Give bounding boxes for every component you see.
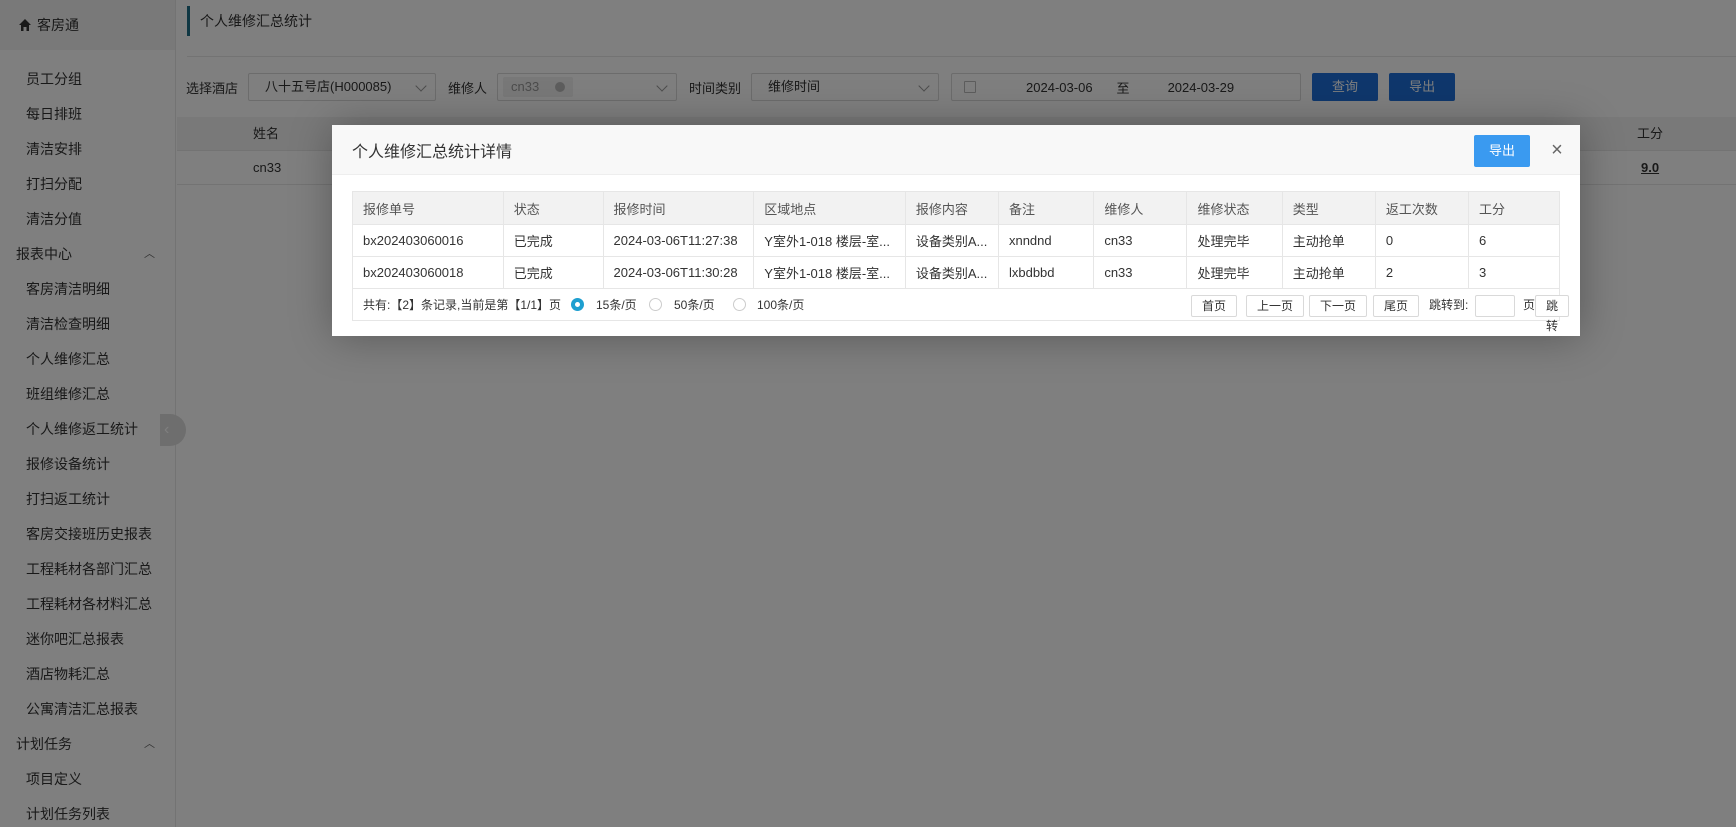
prev-page-button[interactable]: 上一页	[1246, 295, 1305, 317]
pagination: 共有:【2】条记录,当前是第【1/1】页 15条/页 50条/页 100条/页 …	[352, 289, 1570, 333]
table-cell: Y室外1-018 楼层-室...	[753, 224, 906, 257]
page-size-15-radio[interactable]	[571, 298, 584, 311]
column-header: 报修时间	[603, 191, 755, 225]
table-cell: 设备类别A...	[905, 256, 999, 289]
jump-page-input[interactable]	[1475, 295, 1515, 317]
table-cell: lxbdbbd	[998, 256, 1095, 289]
column-header: 区域地点	[753, 191, 906, 225]
table-cell: 2024-03-06T11:27:38	[603, 224, 755, 257]
column-header: 类型	[1282, 191, 1376, 225]
last-page-button[interactable]: 尾页	[1373, 295, 1420, 317]
table-cell: 设备类别A...	[905, 224, 999, 257]
page-unit-label: 页	[1523, 298, 1536, 312]
column-header: 备注	[998, 191, 1095, 225]
jump-button[interactable]: 跳转	[1535, 295, 1570, 333]
detail-dialog: 个人维修汇总统计详情 导出 × 报修单号 状态 报修时间 区域地点 报修内容 备注 维修人维…	[332, 125, 1580, 336]
dialog-title: 个人维修汇总统计详情	[352, 144, 513, 161]
table-cell: 3	[1468, 256, 1560, 289]
first-page-button[interactable]: 首页	[1191, 295, 1238, 317]
dialog-export-button[interactable]: 导出	[1474, 135, 1530, 167]
column-header: 维修人	[1093, 191, 1188, 225]
page-size-100-radio[interactable]	[733, 298, 746, 311]
page-size-100-label[interactable]: 100条/页	[757, 289, 804, 321]
table-cell: 处理完毕	[1186, 224, 1283, 257]
column-header: 状态	[503, 191, 604, 225]
column-header: 返工次数	[1375, 191, 1470, 225]
table-cell: xnndnd	[998, 224, 1095, 257]
table-row[interactable]: bx202403060016 已完成 2024-03-06T11:27:38 Y室外1…	[352, 224, 1560, 257]
table-cell: 已完成	[503, 256, 604, 289]
jump-label: 跳转到:	[1429, 298, 1469, 312]
table-cell: 主动抢单	[1282, 224, 1376, 257]
table-row[interactable]: bx202403060018 已完成 2024-03-06T11:30:28 Y室外1…	[352, 256, 1560, 289]
table-cell: 6	[1468, 224, 1560, 257]
column-header: 报修内容	[905, 191, 999, 225]
page-size-50-label[interactable]: 50条/页	[674, 289, 715, 321]
table-cell: bx202403060018	[352, 256, 504, 289]
page-size-50-radio[interactable]	[649, 298, 662, 311]
table-cell: 处理完毕	[1186, 256, 1283, 289]
column-header: 维修状态	[1186, 191, 1283, 225]
close-icon[interactable]: ×	[1546, 139, 1568, 161]
column-header: 报修单号	[352, 191, 504, 225]
pager-info: 共有:【2】条记录,当前是第【1/1】页	[363, 298, 562, 312]
table-cell: Y室外1-018 楼层-室...	[753, 256, 906, 289]
detail-table: 报修单号 状态 报修时间 区域地点 报修内容 备注 维修人 维修状态 类型 返工次数 工分 bx20…	[352, 191, 1560, 289]
table-cell: 2	[1375, 256, 1470, 289]
table-cell: 0	[1375, 224, 1470, 257]
table-cell: 已完成	[503, 224, 604, 257]
next-page-button[interactable]: 下一页	[1309, 295, 1368, 317]
page-size-15-label[interactable]: 15条/页	[596, 289, 637, 321]
column-header: 工分	[1468, 191, 1560, 225]
table-cell: cn33	[1093, 224, 1188, 257]
dialog-header: 个人维修汇总统计详情 导出 ×	[332, 125, 1580, 175]
table-cell: 2024-03-06T11:30:28	[603, 256, 755, 289]
table-cell: bx202403060016	[352, 224, 504, 257]
table-cell: cn33	[1093, 256, 1188, 289]
table-cell: 主动抢单	[1282, 256, 1376, 289]
